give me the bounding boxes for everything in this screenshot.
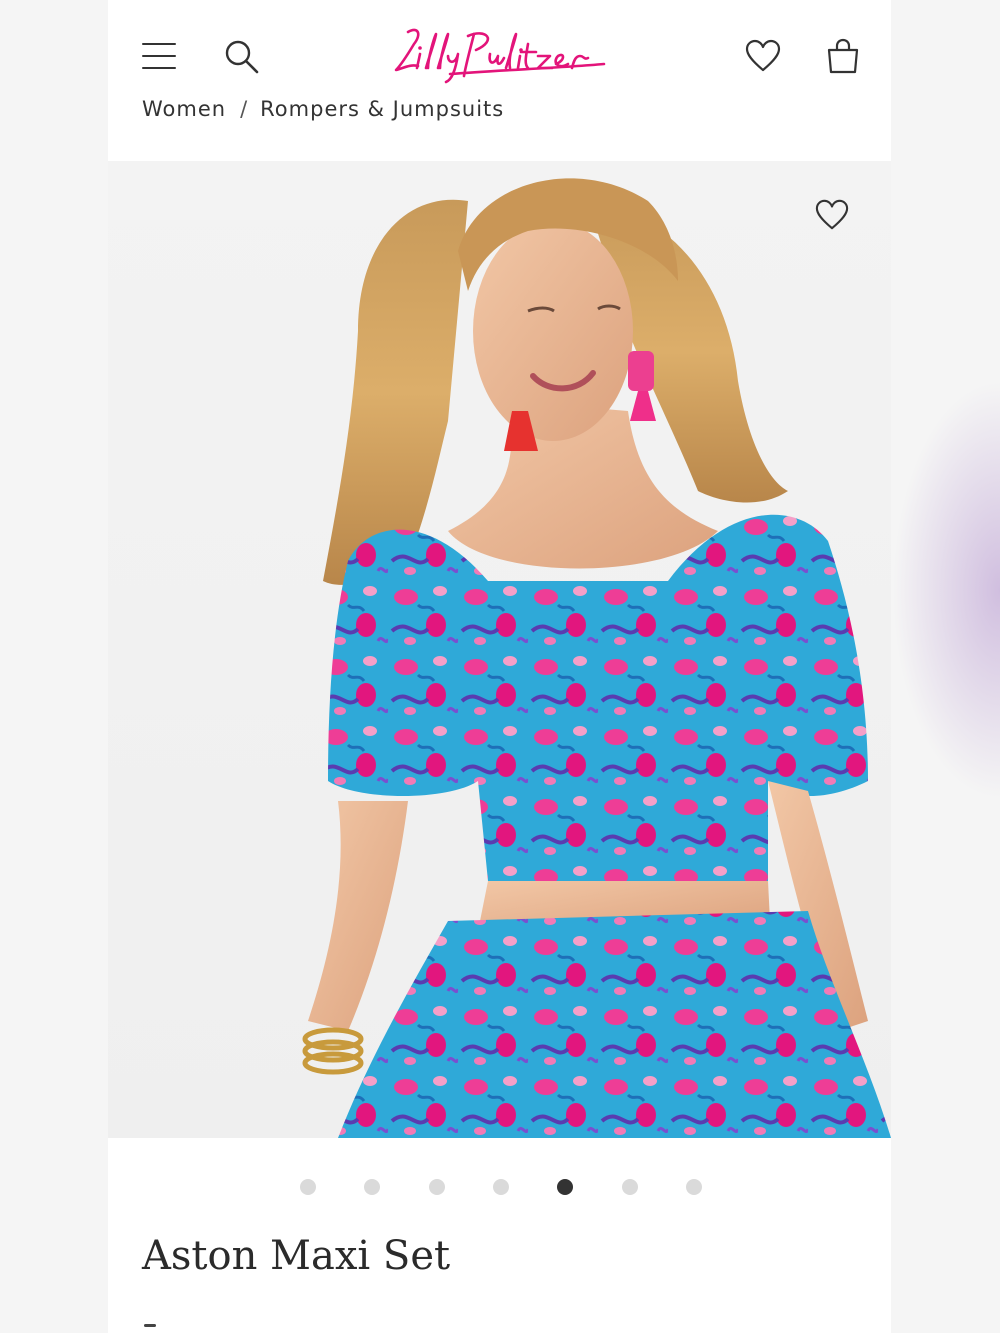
- lilly-pulitzer-logo: [394, 28, 606, 84]
- carousel-dot[interactable]: [300, 1179, 316, 1195]
- search-icon: [225, 40, 259, 74]
- carousel-dot[interactable]: [493, 1179, 509, 1195]
- product-photo: [302, 178, 891, 1138]
- brand-logo[interactable]: [390, 24, 616, 88]
- background-glow: [892, 380, 1000, 800]
- breadcrumb: Women / Rompers & Jumpsuits: [142, 97, 504, 127]
- product-page: Women / Rompers & Jumpsuits Aston Maxi S…: [108, 0, 891, 1333]
- carousel-dot[interactable]: [622, 1179, 638, 1195]
- carousel-dot[interactable]: [364, 1179, 380, 1195]
- carousel-pagination: [108, 1175, 891, 1199]
- breadcrumb-women[interactable]: Women: [142, 97, 226, 121]
- shopping-bag-button[interactable]: [825, 38, 861, 74]
- breadcrumb-rompers-jumpsuits[interactable]: Rompers & Jumpsuits: [260, 97, 504, 121]
- shopping-bag-icon: [827, 38, 859, 74]
- product-title: Aston Maxi Set: [142, 1233, 451, 1279]
- heart-icon: [745, 39, 781, 72]
- search-button[interactable]: [223, 38, 261, 76]
- carousel-dot[interactable]: [686, 1179, 702, 1195]
- hamburger-menu-icon: [142, 43, 176, 69]
- wishlist-button[interactable]: [745, 38, 781, 74]
- site-header: Women / Rompers & Jumpsuits: [108, 0, 891, 160]
- menu-button[interactable]: [141, 38, 177, 74]
- add-to-wishlist-button[interactable]: [815, 198, 849, 237]
- breadcrumb-separator: /: [240, 97, 249, 121]
- carousel-dot[interactable]: [557, 1179, 573, 1195]
- carousel-dot[interactable]: [429, 1179, 445, 1195]
- product-image-carousel[interactable]: [108, 161, 891, 1138]
- price-area: [144, 1324, 156, 1327]
- heart-icon: [815, 199, 849, 230]
